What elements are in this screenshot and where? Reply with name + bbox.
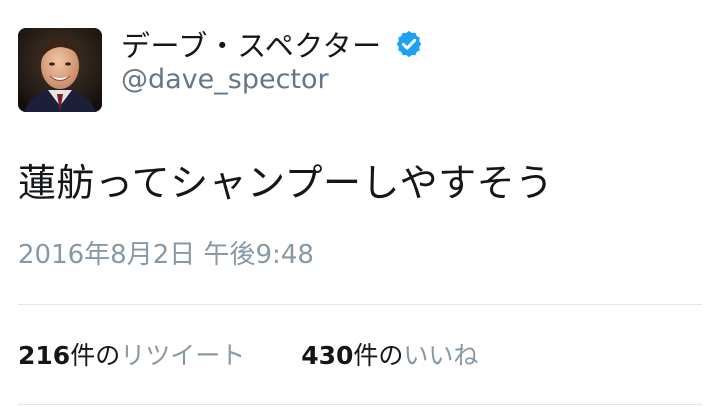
verified-badge-icon bbox=[394, 29, 424, 59]
divider bbox=[18, 404, 702, 405]
avatar[interactable] bbox=[18, 28, 102, 112]
retweet-count-unit: 件の bbox=[70, 341, 121, 370]
divider bbox=[18, 304, 702, 305]
like-count-unit: 件の bbox=[353, 341, 404, 370]
retweet-count[interactable]: 216 件の リツイート bbox=[18, 336, 245, 372]
tweet-text: 蓮舫ってシャンプーしやすそう bbox=[18, 161, 554, 205]
profile-photo bbox=[18, 28, 102, 112]
like-label: いいね bbox=[403, 341, 479, 370]
tweet-timestamp: 2016年8月2日 午後9:48 bbox=[18, 240, 314, 270]
retweet-count-number: 216 bbox=[18, 341, 71, 370]
retweet-label: リツイート bbox=[120, 341, 246, 370]
like-count-number: 430 bbox=[301, 341, 354, 370]
user-handle[interactable]: @dave_spector bbox=[121, 64, 329, 95]
display-name[interactable]: デーブ・スペクター bbox=[121, 23, 382, 65]
tweet-detail: デーブ・スペクター @dave_spector 蓮舫ってシャンプーしやすそう 2… bbox=[0, 0, 720, 407]
like-count[interactable]: 430 件の いいね bbox=[301, 336, 478, 372]
engagement-stats: 216 件の リツイート 430 件の いいね bbox=[18, 336, 478, 372]
name-row: デーブ・スペクター bbox=[121, 24, 424, 64]
